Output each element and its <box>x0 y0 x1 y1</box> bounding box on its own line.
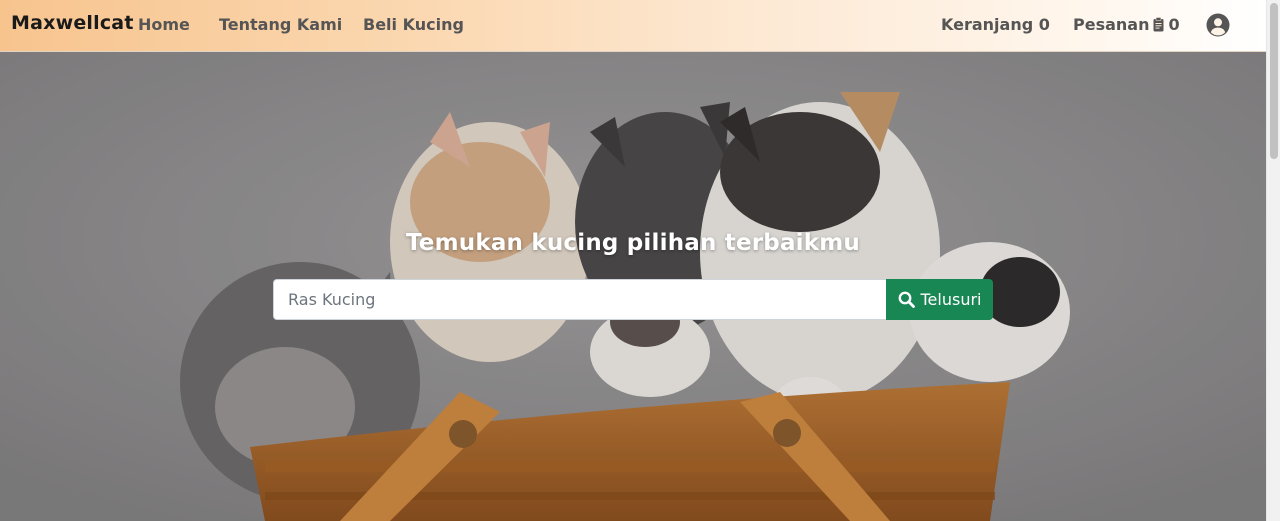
hero-title: Temukan kucing pilihan terbaikmu <box>405 230 861 256</box>
brand-logo[interactable]: Maxwellcat <box>11 12 134 34</box>
orders-label: Pesanan <box>1073 15 1150 34</box>
scrollbar-thumb[interactable] <box>1270 3 1278 159</box>
search-button[interactable]: Telusuri <box>886 279 993 320</box>
nav-orders[interactable]: Pesanan 0 <box>1073 15 1180 34</box>
orders-count: 0 <box>1168 15 1180 34</box>
navbar: Maxwellcat Home Tentang Kami Beli Kucing… <box>0 0 1266 52</box>
clipboard-icon <box>1153 17 1164 32</box>
hero-banner: Temukan kucing pilihan terbaikmu Telusur… <box>0 52 1266 521</box>
nav-about[interactable]: Tentang Kami <box>219 15 342 34</box>
nav-buy-cat[interactable]: Beli Kucing <box>363 15 464 34</box>
search-icon <box>898 291 915 308</box>
search-form: Telusuri <box>273 279 993 320</box>
nav-home[interactable]: Home <box>138 15 190 34</box>
page-scrollbar[interactable] <box>1266 0 1280 521</box>
search-input[interactable] <box>273 279 886 320</box>
search-button-label: Telusuri <box>920 290 982 309</box>
user-circle-icon[interactable] <box>1206 13 1230 37</box>
nav-cart[interactable]: Keranjang 0 <box>941 15 1050 34</box>
